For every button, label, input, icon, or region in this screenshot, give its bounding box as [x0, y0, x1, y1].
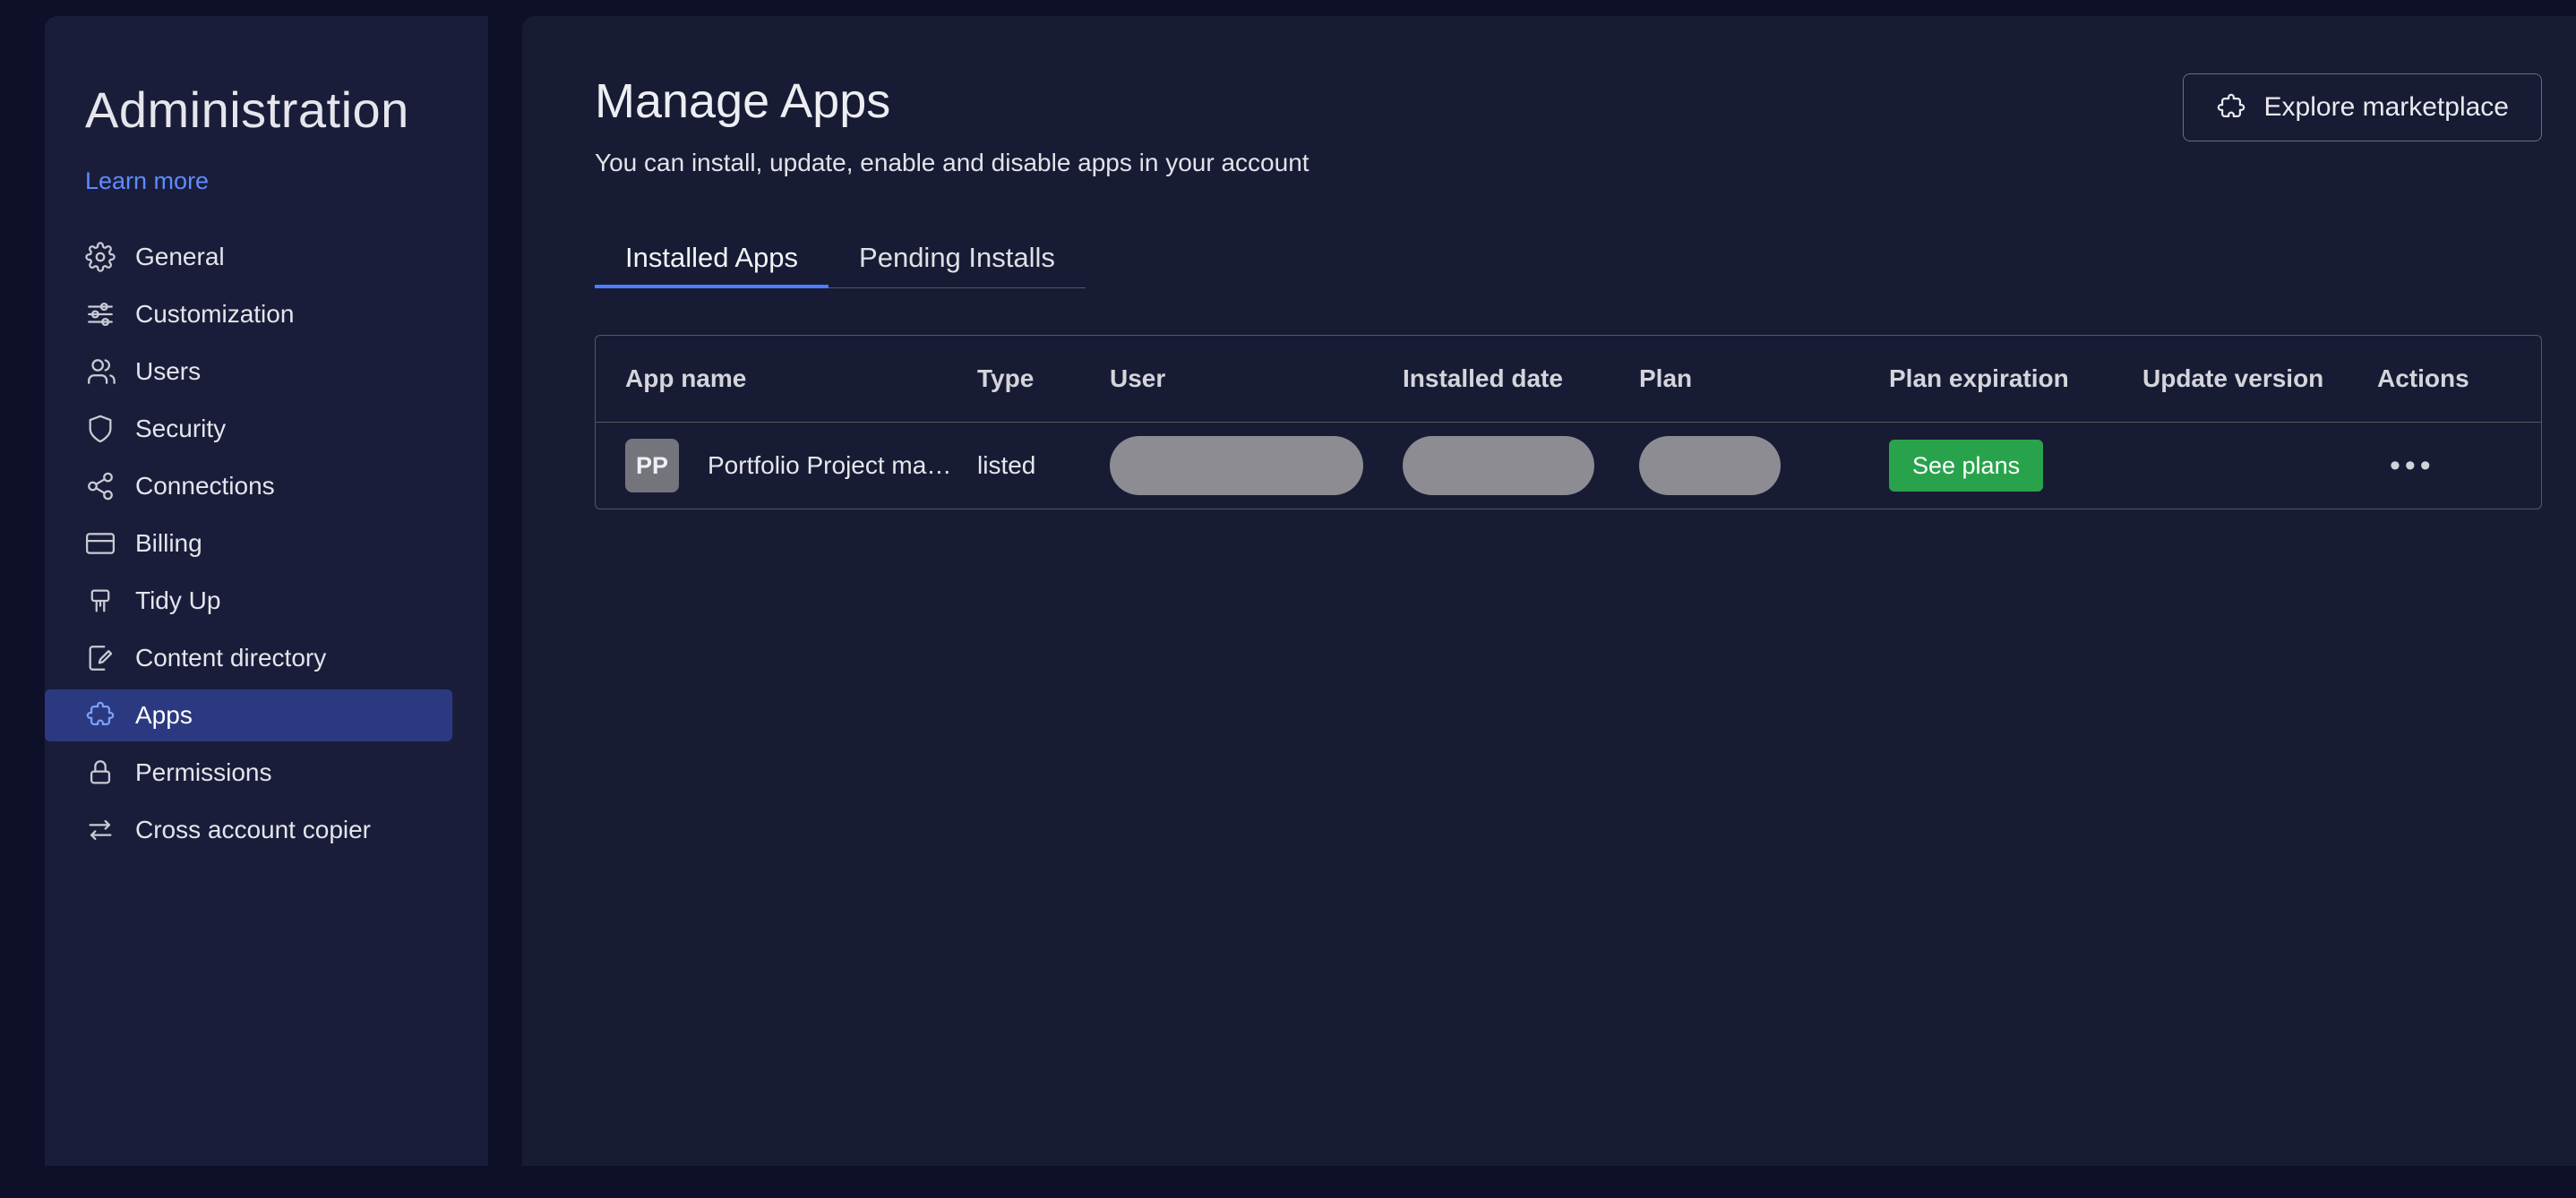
sidebar-item-apps[interactable]: Apps	[45, 689, 452, 741]
col-update-version: Update version	[2142, 364, 2324, 392]
plan-cell	[1639, 436, 1889, 495]
gear-icon	[85, 242, 116, 272]
connections-icon	[85, 471, 116, 501]
col-user: User	[1110, 364, 1166, 392]
administration-page: Administration Learn more General Custom…	[0, 0, 2576, 1198]
col-type: Type	[977, 364, 1035, 392]
actions-cell: •••	[2377, 439, 2541, 492]
page-subtitle: You can install, update, enable and disa…	[595, 149, 1309, 176]
explore-marketplace-button[interactable]: Explore marketplace	[2182, 73, 2542, 141]
redacted-user-value	[1110, 436, 1363, 495]
sidebar-item-label: Tidy Up	[135, 586, 221, 614]
puzzle-icon	[85, 700, 116, 731]
installed-date-cell	[1403, 436, 1639, 495]
credit-card-icon	[85, 528, 116, 559]
sliders-icon	[85, 299, 116, 329]
manage-apps-panel: Manage Apps You can install, update, ena…	[522, 16, 2576, 1166]
col-actions: Actions	[2377, 364, 2469, 392]
sidebar-item-label: Users	[135, 357, 202, 385]
sidebar-item-label: Connections	[135, 472, 275, 500]
sidebar-item-label: Permissions	[135, 758, 272, 786]
sidebar-item-tidy-up[interactable]: Tidy Up	[45, 575, 452, 627]
tidy-up-icon	[85, 586, 116, 616]
sidebar-item-customization[interactable]: Customization	[45, 288, 452, 340]
sidebar-item-cross-account-copier[interactable]: Cross account copier	[45, 804, 452, 856]
col-plan: Plan	[1639, 364, 1693, 392]
table-row: PP Portfolio Project ma… listed See plan…	[596, 423, 2541, 509]
sidebar-item-permissions[interactable]: Permissions	[45, 747, 452, 799]
see-plans-button[interactable]: See plans	[1889, 440, 2044, 492]
apps-tabs: Installed Apps Pending Installs	[595, 231, 1086, 288]
sidebar-item-label: Content directory	[135, 644, 327, 672]
admin-sidebar: Administration Learn more General Custom…	[45, 16, 488, 1166]
plan-expiration-cell: See plans	[1889, 440, 2142, 492]
sidebar-item-label: Apps	[135, 701, 193, 729]
app-name: Portfolio Project ma…	[708, 451, 952, 479]
sidebar-menu: General Customization Users Security Con…	[45, 231, 488, 856]
sidebar-item-users[interactable]: Users	[45, 346, 452, 398]
app-type: listed	[977, 451, 1036, 479]
document-pencil-icon	[85, 643, 116, 673]
more-actions-button[interactable]: •••	[2390, 439, 2452, 492]
sidebar-item-security[interactable]: Security	[45, 403, 452, 455]
page-title: Manage Apps	[595, 74, 891, 128]
sidebar-item-connections[interactable]: Connections	[45, 460, 452, 512]
users-icon	[85, 356, 116, 387]
puzzle-icon	[2217, 93, 2245, 118]
table-header-row: App name Type User Installed date Plan P…	[596, 336, 2541, 423]
sidebar-item-general[interactable]: General	[45, 231, 452, 283]
sidebar-item-label: Customization	[135, 300, 295, 328]
col-plan-expiration: Plan expiration	[1889, 364, 2069, 392]
installed-apps-table: App name Type User Installed date Plan P…	[595, 335, 2542, 509]
redacted-plan-value	[1639, 436, 1781, 495]
sidebar-item-content-directory[interactable]: Content directory	[45, 632, 452, 684]
tab-pending-installs[interactable]: Pending Installs	[829, 231, 1086, 288]
app-avatar: PP	[625, 439, 679, 492]
sidebar-item-billing[interactable]: Billing	[45, 518, 452, 569]
sidebar-item-label: General	[135, 243, 225, 270]
lock-icon	[85, 757, 116, 788]
sidebar-item-label: Security	[135, 415, 227, 442]
explore-marketplace-label: Explore marketplace	[2263, 92, 2509, 122]
app-name-cell: PP Portfolio Project ma…	[625, 439, 977, 492]
tab-installed-apps[interactable]: Installed Apps	[595, 231, 829, 288]
col-installed-date: Installed date	[1403, 364, 1563, 392]
shield-icon	[85, 414, 116, 444]
sidebar-item-label: Billing	[135, 529, 202, 557]
user-cell	[1110, 436, 1403, 495]
transfer-arrows-icon	[85, 815, 116, 845]
learn-more-link[interactable]: Learn more	[85, 167, 209, 195]
sidebar-item-label: Cross account copier	[135, 816, 372, 843]
content-header: Manage Apps You can install, update, ena…	[595, 73, 2542, 177]
col-app-name: App name	[625, 364, 747, 392]
sidebar-title: Administration	[85, 81, 409, 138]
redacted-installed-date-value	[1403, 436, 1594, 495]
